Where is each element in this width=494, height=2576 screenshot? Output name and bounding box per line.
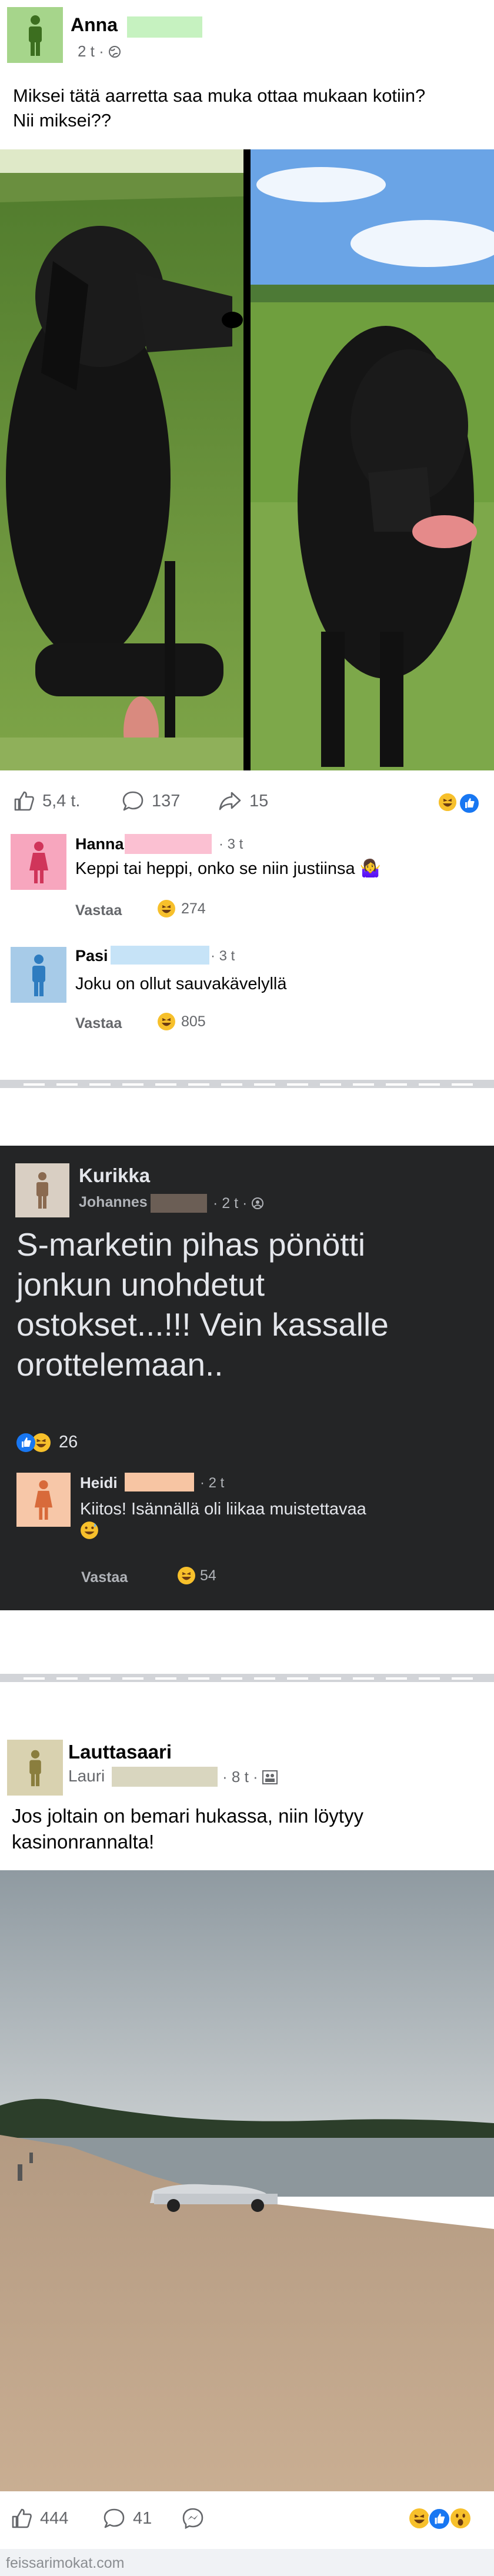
- comment-reactions[interactable]: 805: [158, 1013, 206, 1030]
- comment-time[interactable]: · 3 t: [211, 948, 235, 965]
- beach-car-image: [0, 1870, 494, 2491]
- post-time[interactable]: 2 t ·: [78, 42, 121, 61]
- person-icon: [36, 1172, 48, 1209]
- haha-emoji-icon: [158, 900, 175, 917]
- avatar-hanna[interactable]: [11, 834, 66, 890]
- comment-time[interactable]: · 2 t: [200, 1475, 224, 1491]
- redacted-surname: [112, 1767, 218, 1787]
- like-count[interactable]: 5,4 t.: [12, 789, 81, 813]
- like-reaction-icon: [459, 793, 480, 814]
- haha-emoji-icon: [409, 2508, 429, 2528]
- comment-time[interactable]: · 3 t: [219, 836, 243, 853]
- share-count[interactable]: 15: [218, 789, 268, 813]
- post-separator: [0, 1674, 494, 1682]
- avatar-anna[interactable]: [7, 7, 63, 63]
- person-icon: [32, 954, 45, 996]
- wow-emoji-icon: [450, 2508, 470, 2528]
- post-text: Jos joltain on bemari hukassa, niin löyt…: [12, 1805, 363, 1853]
- comment-count[interactable]: 137: [121, 789, 180, 813]
- reaction-count: 26: [59, 1433, 78, 1451]
- messenger-icon: [182, 2508, 203, 2530]
- post-separator: [0, 1080, 494, 1088]
- group-name[interactable]: Kurikka: [79, 1164, 150, 1187]
- photo-divider: [243, 149, 251, 770]
- comment-icon: [104, 2508, 125, 2528]
- thumbs-up-icon: [12, 2508, 32, 2528]
- post-time[interactable]: · 8 t ·: [222, 1768, 278, 1786]
- comment-icon: [122, 791, 143, 811]
- post-photo-right[interactable]: [251, 149, 494, 770]
- redacted-surname: [127, 16, 202, 38]
- reply-button[interactable]: Vastaa: [75, 1015, 122, 1032]
- comment-author[interactable]: Heidi: [80, 1474, 118, 1492]
- post-author[interactable]: Johannes: [79, 1194, 148, 1211]
- post-time[interactable]: · 2 t ·: [213, 1195, 264, 1212]
- comment-text: Keppi tai heppi, onko se niin justiinsa …: [75, 859, 381, 878]
- person-icon: [28, 15, 42, 56]
- dog-lying-image: [0, 149, 243, 770]
- person-icon: [29, 841, 48, 883]
- reaction-summary[interactable]: 26: [16, 1433, 78, 1452]
- post-photo-left[interactable]: [0, 149, 243, 770]
- comment-text: Joku on ollut sauvakävelyllä: [75, 975, 287, 993]
- grin-sweat-emoji-icon: [81, 1521, 98, 1539]
- avatar-pasi[interactable]: [11, 947, 66, 1003]
- haha-emoji-icon: [439, 793, 456, 811]
- reaction-summary[interactable]: [409, 2507, 487, 2530]
- globe-icon: [109, 46, 121, 58]
- thumbs-up-icon: [14, 791, 34, 811]
- haha-emoji-icon: [158, 1013, 175, 1030]
- like-reaction-icon: [428, 2508, 450, 2530]
- person-icon: [29, 1750, 41, 1786]
- reply-button[interactable]: Vastaa: [75, 902, 122, 919]
- comment-reactions[interactable]: 274: [158, 900, 206, 917]
- redacted-surname: [125, 834, 212, 854]
- comment-reactions[interactable]: 54: [178, 1567, 216, 1584]
- post-author[interactable]: Anna: [71, 14, 118, 36]
- watermark-bar: feissarimokat.com: [0, 2549, 494, 2576]
- reply-button[interactable]: Vastaa: [81, 1569, 128, 1586]
- avatar-lauttasaari[interactable]: [7, 1740, 63, 1796]
- avatar-kurikka[interactable]: [15, 1163, 69, 1217]
- dark-post: Kurikka Johannes · 2 t · S-marketin piha…: [0, 1146, 494, 1610]
- dog-standing-image: [251, 149, 494, 770]
- comment-author[interactable]: Hanna: [75, 835, 124, 853]
- reaction-summary[interactable]: [439, 792, 482, 814]
- post-text-large: S-marketin pihas pönötti jonkun unohdetu…: [16, 1226, 389, 1383]
- redacted-surname: [151, 1194, 207, 1213]
- share-icon: [219, 792, 241, 810]
- comment-count[interactable]: 41: [102, 2507, 152, 2530]
- post-author[interactable]: Lauri: [68, 1767, 105, 1786]
- post-text: Miksei tätä aarretta saa muka ottaa muka…: [13, 85, 426, 131]
- comment-author[interactable]: Pasi: [75, 947, 108, 965]
- comment-text: Kiitos! Isännällä oli liikaa muistettava…: [80, 1497, 366, 1546]
- redacted-surname: [111, 946, 209, 965]
- haha-emoji-icon: [178, 1567, 195, 1584]
- messenger-share[interactable]: [181, 2507, 205, 2530]
- redacted-surname: [125, 1473, 194, 1491]
- person-icon: [34, 1480, 53, 1520]
- like-reaction-icon: [16, 1433, 35, 1452]
- post-photo-beach[interactable]: [0, 1870, 494, 2491]
- group-name[interactable]: Lauttasaari: [68, 1741, 172, 1763]
- watermark-text: feissarimokat.com: [6, 2555, 125, 2571]
- like-count[interactable]: 444: [9, 2507, 68, 2530]
- group-icon: [262, 1770, 278, 1784]
- group-privacy-icon: [252, 1197, 264, 1209]
- avatar-heidi[interactable]: [16, 1473, 71, 1527]
